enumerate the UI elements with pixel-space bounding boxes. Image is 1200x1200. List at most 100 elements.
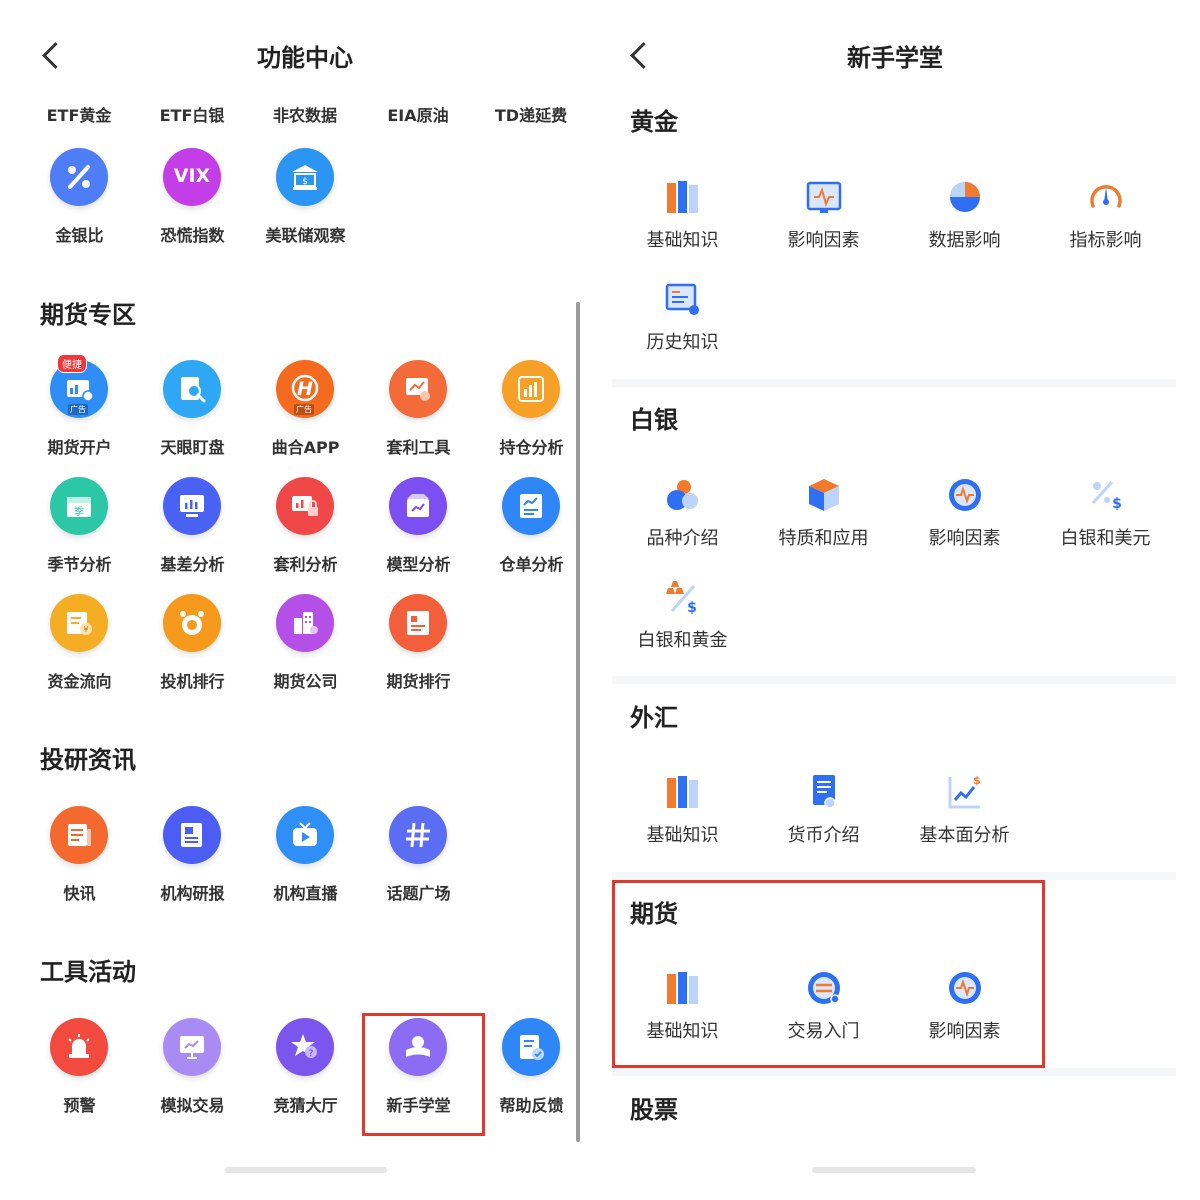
grid-item-sky-eye[interactable]: 天眼盯盘: [136, 360, 249, 460]
grid-item-label: 期货排行: [386, 672, 451, 691]
grid-item-label: 仓单分析: [499, 555, 564, 574]
lesson-silver-gold[interactable]: $ 白银和黄金: [612, 578, 753, 668]
svg-text:$: $: [1112, 496, 1122, 512]
grid-item-label: 金银比: [55, 226, 104, 245]
lesson-forex-basics[interactable]: 基础知识: [612, 773, 753, 863]
lesson-gold-factors[interactable]: 影响因素: [753, 178, 894, 268]
section-divider: [612, 379, 1176, 387]
grid-item-quiz-hall[interactable]: ? 竞猜大厅: [249, 1018, 362, 1118]
calendar-icon: 季: [50, 477, 108, 535]
back-arrow-icon[interactable]: [630, 42, 657, 69]
grid-item-position-analysis[interactable]: 持仓分析: [475, 360, 588, 460]
back-arrow-icon[interactable]: [42, 42, 69, 69]
grid-item-warehouse-analysis[interactable]: 仓单分析: [475, 477, 588, 577]
page-title: 功能中心: [257, 44, 353, 72]
grid-item-vix[interactable]: VIX 恐慌指数: [136, 148, 249, 248]
section-title-tools: 工具活动: [40, 958, 136, 986]
grid-item-topic-square[interactable]: 话题广场: [362, 806, 475, 906]
lesson-gold-data-impact[interactable]: 数据影响: [894, 178, 1035, 268]
lesson-forex-currency[interactable]: 货币介绍: [753, 773, 894, 863]
grid-item-futures-rank[interactable]: 期货排行: [362, 594, 475, 694]
grid-item-label: 竞猜大厅: [273, 1096, 338, 1115]
grid-item-alert[interactable]: 预警: [23, 1018, 136, 1118]
lesson-label: 货币介绍: [787, 825, 860, 846]
grid-item-label: 恐慌指数: [160, 226, 225, 245]
money-flow-icon: ¥: [50, 594, 108, 652]
gauge-icon: [1090, 185, 1122, 208]
grid-item-seasonal-analysis[interactable]: 季 季节分析: [23, 477, 136, 577]
lesson-gold-history[interactable]: 历史知识: [612, 280, 753, 370]
silver-gold-icon: $: [666, 581, 697, 616]
grid-item-futures-company[interactable]: 期货公司: [249, 594, 362, 694]
arbitrage-tool-icon: [389, 360, 447, 418]
grid-item-label: 模型分析: [386, 555, 451, 574]
grid-item-quhe-app[interactable]: H 广告 曲合APP: [249, 360, 362, 460]
svg-text:?: ?: [309, 1049, 314, 1059]
lesson-silver-factors[interactable]: 影响因素: [894, 476, 1035, 566]
tab-etf-silver[interactable]: ETF白银: [137, 102, 247, 126]
section-title-gold: 黄金: [630, 108, 678, 136]
lesson-label: 基本面分析: [919, 825, 1010, 846]
grid-item-research-report[interactable]: 机构研报: [136, 806, 249, 906]
grid-item-futures-account[interactable]: 广告 便捷 期货开户: [23, 354, 136, 460]
grid-item-label: 天眼盯盘: [160, 438, 225, 457]
lesson-silver-intro[interactable]: 品种介绍: [612, 476, 753, 566]
tab-nonfarm[interactable]: 非农数据: [250, 102, 360, 126]
tab-etf-gold[interactable]: ETF黄金: [24, 102, 134, 126]
home-indicator[interactable]: [812, 1167, 976, 1173]
history-doc-icon: [665, 283, 699, 315]
alarm-clock-icon: [163, 594, 221, 652]
grid-item-sim-trade[interactable]: 模拟交易: [136, 1018, 249, 1118]
hashtag-icon: [389, 806, 447, 864]
grid-item-live-stream[interactable]: 机构直播: [249, 806, 362, 906]
star-question-icon: ?: [276, 1018, 334, 1076]
lesson-label: 数据影响: [928, 230, 1001, 251]
grid-item-arbitrage-analysis[interactable]: 套利分析: [249, 477, 362, 577]
grid-item-label: 期货公司: [273, 672, 338, 691]
scrollbar[interactable]: [576, 302, 580, 1142]
lesson-label: 特质和应用: [778, 528, 869, 549]
feedback-doc-icon: [502, 1018, 560, 1076]
grid-item-label: 资金流向: [47, 672, 112, 691]
grid-item-arbitrage-tool[interactable]: 套利工具: [362, 360, 475, 460]
grid-item-money-flow[interactable]: ¥ 资金流向: [23, 594, 136, 694]
lesson-label: 基础知识: [646, 825, 719, 846]
tab-td-fee[interactable]: TD递延费: [476, 102, 586, 126]
home-indicator[interactable]: [225, 1167, 387, 1173]
grid-item-label: 快讯: [63, 884, 96, 903]
grid-item-label: 套利工具: [386, 438, 451, 457]
grid-item-speculation-rank[interactable]: 投机排行: [136, 594, 249, 694]
grid-item-fed-watch[interactable]: $ 美联储观察: [249, 148, 362, 248]
grid-item-label: 曲合APP: [271, 438, 340, 457]
lesson-gold-indicator-impact[interactable]: 指标影响: [1035, 178, 1176, 268]
section-title-silver: 白银: [630, 406, 678, 434]
svg-text:$: $: [302, 177, 308, 187]
grid-item-label: 期货开户: [47, 438, 112, 457]
lesson-label: 基础知识: [646, 230, 719, 251]
presentation-icon: [163, 1018, 221, 1076]
grid-item-label: 模拟交易: [160, 1096, 225, 1115]
grid-item-gold-silver-ratio[interactable]: 金银比: [23, 148, 136, 248]
lesson-forex-fundamental[interactable]: $ 基本面分析: [894, 773, 1035, 863]
cube-icon: [809, 479, 839, 511]
currency-doc-icon: [813, 775, 836, 809]
grid-item-label: 基差分析: [160, 555, 225, 574]
grid-item-model-analysis[interactable]: 模型分析: [362, 477, 475, 577]
tab-eia-oil[interactable]: EIA原油: [363, 102, 473, 126]
grid-item-label: 套利分析: [273, 555, 338, 574]
grid-item-help-feedback[interactable]: 帮助反馈: [475, 1018, 588, 1118]
lesson-label: 指标影响: [1069, 230, 1142, 251]
lesson-gold-basics[interactable]: 基础知识: [612, 178, 753, 268]
grid-item-news-flash[interactable]: 快讯: [23, 806, 136, 906]
svg-text:H: H: [297, 378, 313, 400]
lesson-silver-dollar[interactable]: $ 白银和美元: [1035, 476, 1176, 566]
section-title-forex: 外汇: [630, 704, 678, 732]
search-doc-icon: [163, 360, 221, 418]
lock-chart-icon: [276, 477, 334, 535]
grid-item-basis-analysis[interactable]: 基差分析: [136, 477, 249, 577]
grid-item-label: 季节分析: [47, 555, 112, 574]
percent-icon: [50, 148, 108, 206]
bank-icon: $: [276, 148, 334, 206]
position-chart-icon: [502, 360, 560, 418]
lesson-silver-properties[interactable]: 特质和应用: [753, 476, 894, 566]
